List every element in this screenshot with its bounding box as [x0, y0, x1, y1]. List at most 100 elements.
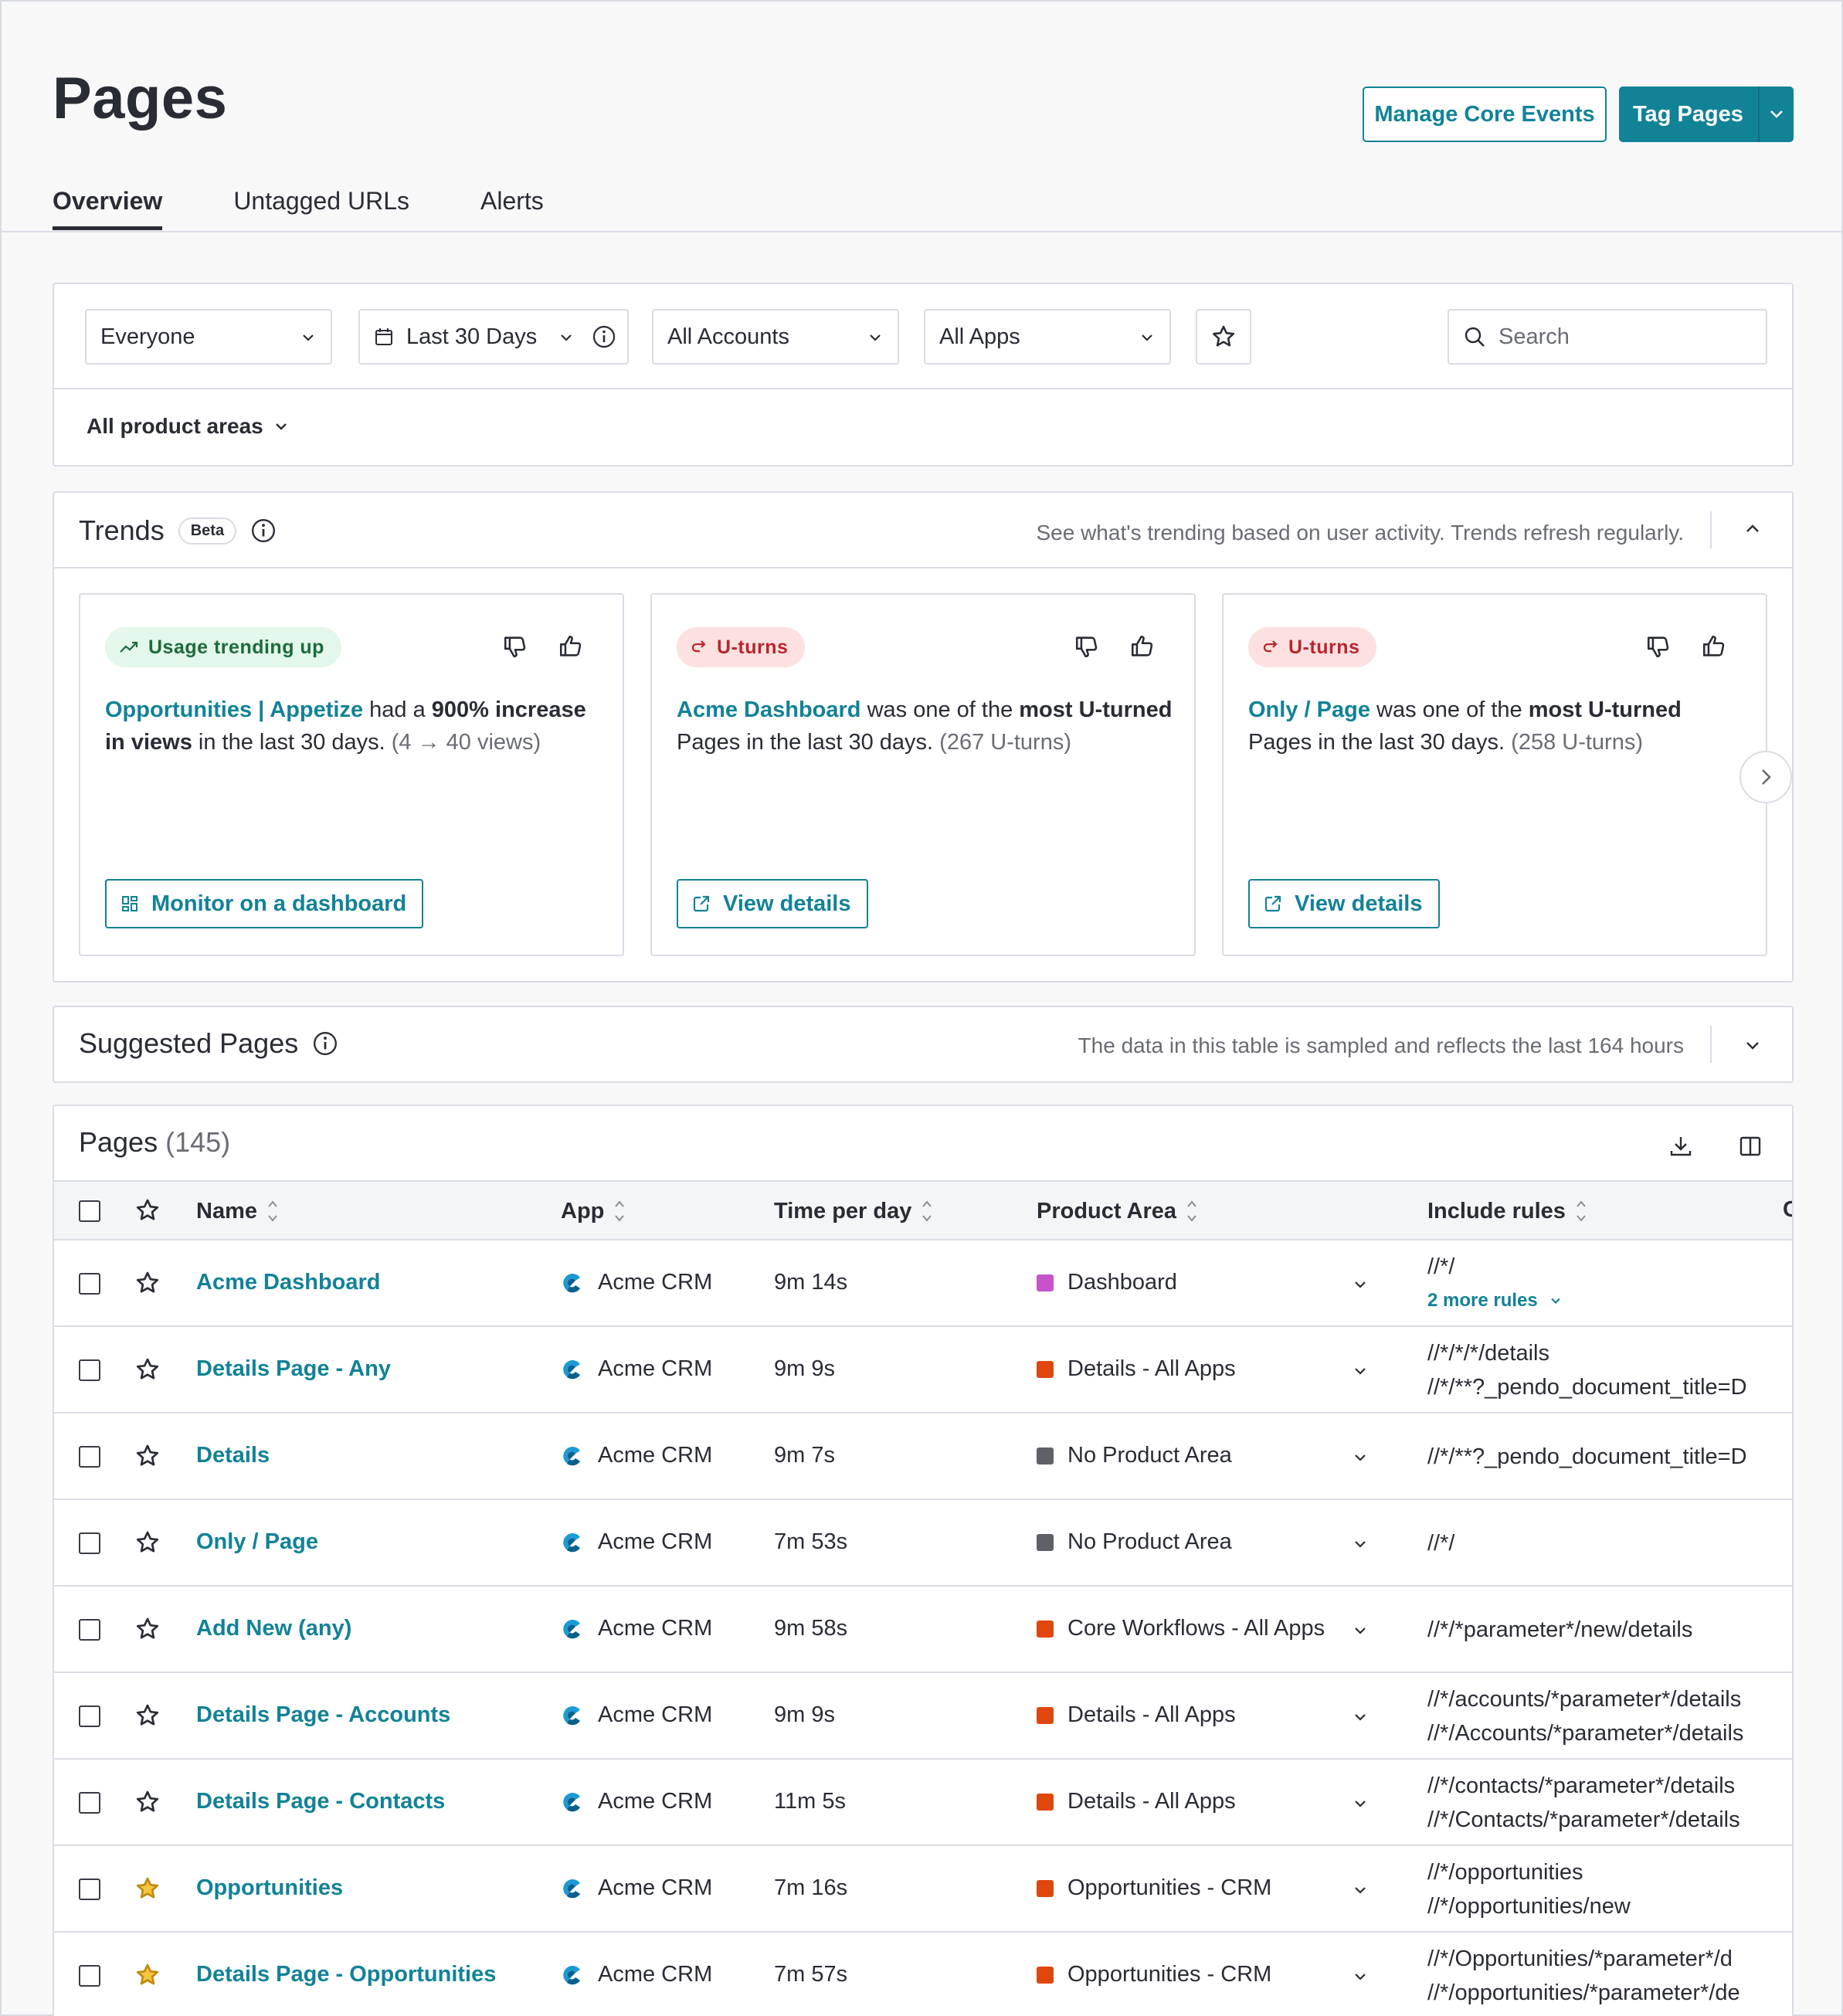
info-icon[interactable] — [312, 1030, 338, 1057]
table-row[interactable]: Details Acme CRM 9m 7s No Product Area //*/*… — [54, 1414, 1792, 1500]
tab-overview[interactable]: Overview — [53, 187, 163, 230]
chevron-down-icon[interactable] — [1352, 1536, 1369, 1553]
row-checkbox[interactable] — [79, 1359, 100, 1381]
table-row[interactable]: Only / Page Acme CRM 7m 53s No Product Area… — [54, 1500, 1792, 1587]
star-icon[interactable] — [134, 1616, 161, 1642]
select-all-checkbox[interactable] — [79, 1200, 100, 1222]
trend-page-link[interactable]: Opportunities | Appetize — [105, 697, 363, 722]
column-time-per-day[interactable]: Time per day — [774, 1197, 933, 1225]
column-product-area[interactable]: Product Area — [1037, 1197, 1198, 1225]
thumbs-up-icon[interactable] — [1129, 633, 1156, 660]
product-areas-select[interactable]: All product areas — [87, 414, 290, 439]
pill-label: U-turns — [1288, 636, 1360, 658]
table-row[interactable]: Details Page - Opportunities Acme CRM 7m 5… — [54, 1933, 1792, 2016]
chevron-up-icon[interactable] — [1743, 519, 1763, 539]
chevron-down-icon[interactable] — [1352, 1276, 1369, 1293]
column-truncated[interactable]: C — [1783, 1197, 1792, 1223]
star-icon[interactable] — [134, 1529, 161, 1556]
table-row[interactable]: Opportunities Acme CRM 7m 16s Opportunities… — [54, 1846, 1792, 1933]
column-label: Include rules — [1427, 1198, 1566, 1224]
column-include-rules[interactable]: Include rules — [1427, 1197, 1587, 1225]
monitor-dashboard-button[interactable]: Monitor on a dashboard — [105, 879, 424, 928]
row-checkbox[interactable] — [79, 1879, 100, 1900]
star-icon[interactable] — [134, 1789, 161, 1815]
tag-pages-button[interactable]: Tag Pages — [1619, 87, 1794, 142]
star-icon[interactable] — [134, 1962, 161, 1988]
chevron-down-icon[interactable] — [1352, 1622, 1369, 1639]
table-row[interactable]: Details Page - Contacts Acme CRM 11m 5s Det… — [54, 1760, 1792, 1846]
page-name-link[interactable]: Details Page - Accounts — [196, 1702, 450, 1728]
row-checkbox[interactable] — [79, 1532, 100, 1554]
highlight: most U-turned — [1528, 697, 1682, 722]
view-details-button[interactable]: View details — [1248, 879, 1440, 928]
chevron-down-icon[interactable] — [1352, 1449, 1369, 1466]
star-icon[interactable] — [134, 1270, 161, 1296]
time-per-day: 9m 7s — [774, 1443, 835, 1468]
thumbs-down-icon[interactable] — [502, 633, 528, 660]
tab-untagged-urls[interactable]: Untagged URLs — [233, 187, 409, 230]
chevron-down-icon[interactable] — [1352, 1795, 1369, 1812]
star-icon[interactable] — [134, 1443, 161, 1469]
page-name-link[interactable]: Details Page - Any — [196, 1356, 391, 1382]
page-name-link[interactable]: Acme Dashboard — [196, 1270, 381, 1295]
column-name[interactable]: Name — [196, 1197, 279, 1225]
thumbs-down-icon[interactable] — [1645, 633, 1672, 660]
search-placeholder: Search — [1498, 324, 1570, 349]
app-cell: Acme CRM — [561, 1443, 712, 1468]
date-range-value: Last 30 Days — [406, 324, 538, 349]
star-icon[interactable] — [134, 1702, 161, 1729]
pill-label: U-turns — [717, 636, 789, 658]
favorites-filter-button[interactable] — [1196, 309, 1251, 365]
row-checkbox[interactable] — [79, 1446, 100, 1468]
star-icon[interactable] — [134, 1197, 161, 1224]
row-checkbox[interactable] — [79, 1273, 100, 1295]
chevron-down-icon[interactable] — [1352, 1882, 1369, 1899]
search-field[interactable]: Search — [1448, 309, 1767, 365]
star-icon[interactable] — [134, 1875, 161, 1902]
more-rules-toggle[interactable]: 2 more rules — [1427, 1284, 1761, 1318]
view-details-button[interactable]: View details — [677, 879, 868, 928]
trends-panel: Trends Beta See what's trending based on… — [53, 491, 1794, 983]
page-name-link[interactable]: Opportunities — [196, 1875, 343, 1901]
thumbs-up-icon[interactable] — [558, 633, 584, 660]
thumbs-up-icon[interactable] — [1701, 633, 1727, 660]
accounts-select[interactable]: All Accounts — [652, 309, 899, 365]
table-row[interactable]: Add New (any) Acme CRM 9m 58s Core Workflow… — [54, 1587, 1792, 1673]
tab-alerts[interactable]: Alerts — [480, 187, 544, 230]
row-checkbox[interactable] — [79, 1705, 100, 1727]
product-area-swatch — [1037, 1274, 1054, 1291]
star-icon[interactable] — [134, 1356, 161, 1383]
trend-page-link[interactable]: Only / Page — [1248, 697, 1370, 722]
tag-pages-dropdown[interactable] — [1760, 110, 1794, 119]
apps-select[interactable]: All Apps — [924, 309, 1171, 365]
info-icon[interactable] — [592, 324, 616, 349]
columns-icon[interactable] — [1738, 1134, 1763, 1159]
date-range-select[interactable]: Last 30 Days — [358, 309, 629, 365]
page-name-link[interactable]: Details — [196, 1443, 270, 1468]
table-row[interactable]: Details Page - Accounts Acme CRM 9m 9s Deta… — [54, 1673, 1792, 1760]
chevron-down-icon[interactable] — [1352, 1709, 1369, 1726]
segment-select[interactable]: Everyone — [85, 309, 332, 365]
page-name-link[interactable]: Details Page - Contacts — [196, 1789, 445, 1814]
manage-core-events-button[interactable]: Manage Core Events — [1363, 87, 1607, 142]
page-name-link[interactable]: Only / Page — [196, 1529, 318, 1555]
chevron-down-icon[interactable] — [1743, 1035, 1763, 1055]
info-icon[interactable] — [250, 518, 277, 544]
trend-page-link[interactable]: Acme Dashboard — [677, 697, 861, 722]
column-app[interactable]: App — [561, 1197, 626, 1225]
row-checkbox[interactable] — [79, 1792, 100, 1814]
trends-next-button[interactable] — [1739, 751, 1792, 803]
include-rule: //*/ — [1427, 1531, 1455, 1556]
download-icon[interactable] — [1668, 1134, 1693, 1159]
thumbs-down-icon[interactable] — [1074, 633, 1100, 660]
chevron-down-icon[interactable] — [1352, 1363, 1369, 1380]
chevron-down-icon[interactable] — [1352, 1968, 1369, 1985]
product-area-cell: Details - All Apps — [1037, 1356, 1236, 1382]
table-row[interactable]: Details Page - Any Acme CRM 9m 9s Details -… — [54, 1327, 1792, 1414]
row-checkbox[interactable] — [79, 1619, 100, 1641]
table-row[interactable]: Acme Dashboard Acme CRM 9m 14s Dashboard //*… — [54, 1240, 1792, 1327]
page-name-link[interactable]: Details Page - Opportunities — [196, 1962, 496, 1987]
row-checkbox[interactable] — [79, 1965, 100, 1987]
page-name-link[interactable]: Add New (any) — [196, 1616, 351, 1641]
acme-crm-app-icon — [563, 1273, 580, 1292]
